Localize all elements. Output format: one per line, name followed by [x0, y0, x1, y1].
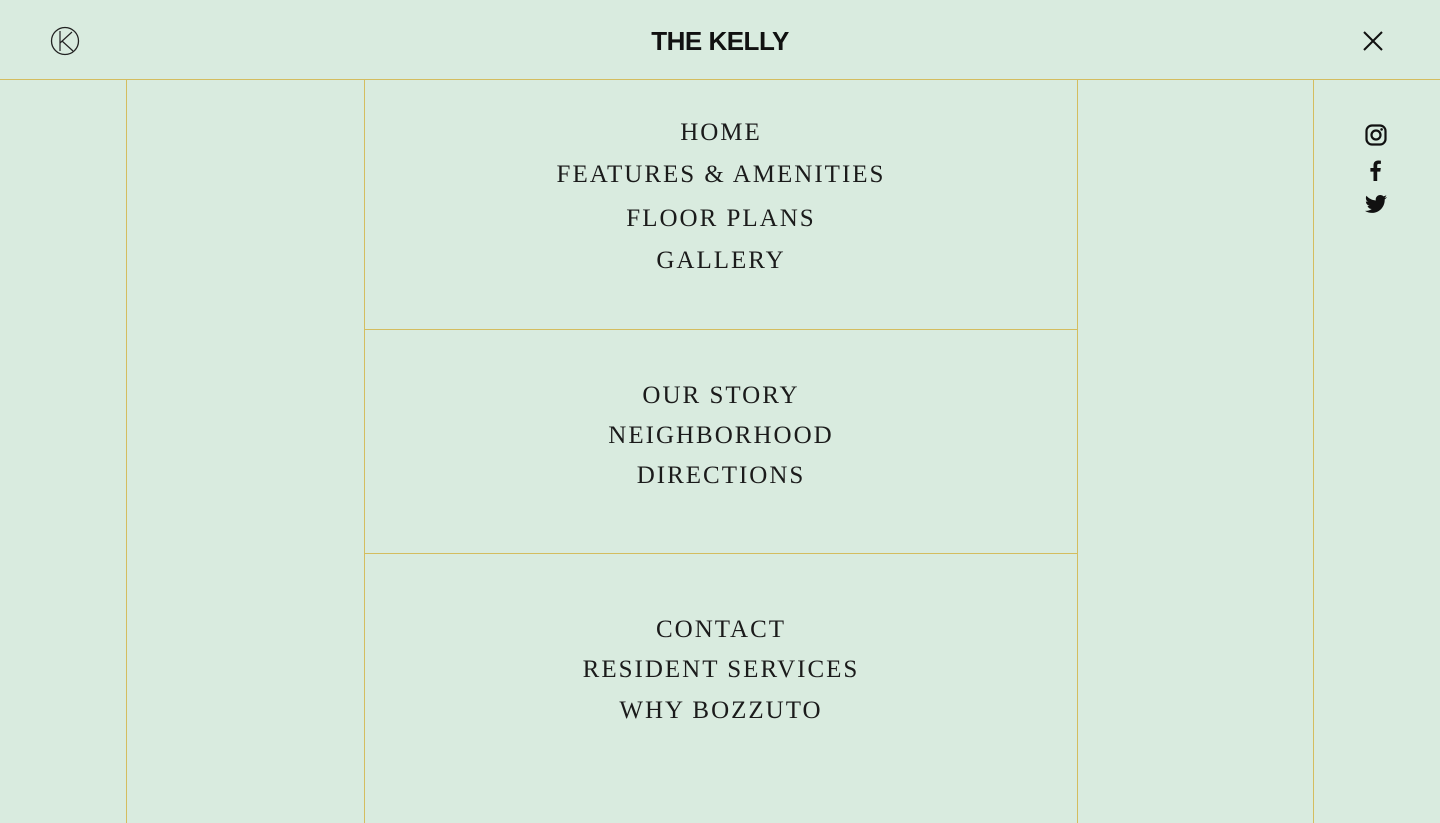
menu-item-home[interactable]: HOME [365, 116, 1077, 158]
menu-item-our-story[interactable]: OUR STORY [365, 379, 1077, 419]
menu-group-about: OUR STORY NEIGHBORHOOD DIRECTIONS [365, 379, 1077, 499]
menu-group-divider [364, 553, 1078, 554]
menu-group-primary: HOME FEATURES & AMENITIES FLOOR PLANS GA… [365, 116, 1077, 286]
menu-item-resident-services[interactable]: RESIDENT SERVICES [365, 653, 1077, 694]
grid-divider [1077, 80, 1078, 823]
facebook-icon[interactable] [1364, 158, 1388, 182]
menu-item-features-amenities[interactable]: FEATURES & AMENITIES [365, 158, 1077, 202]
menu-item-directions[interactable]: DIRECTIONS [365, 459, 1077, 499]
menu-group-divider [364, 329, 1078, 330]
twitter-icon[interactable] [1364, 192, 1388, 216]
menu-item-why-bozzuto[interactable]: WHY BOZZUTO [365, 694, 1077, 734]
menu-item-neighborhood[interactable]: NEIGHBORHOOD [365, 419, 1077, 459]
menu-item-gallery[interactable]: GALLERY [365, 244, 1077, 286]
grid-divider [1313, 80, 1314, 823]
close-icon[interactable] [1361, 29, 1385, 53]
site-header: THE KELLY [0, 0, 1440, 80]
menu-item-contact[interactable]: CONTACT [365, 613, 1077, 653]
menu-item-floor-plans[interactable]: FLOOR PLANS [365, 202, 1077, 244]
site-title[interactable]: THE KELLY [0, 26, 1440, 56]
menu-group-contact: CONTACT RESIDENT SERVICES WHY BOZZUTO [365, 613, 1077, 734]
instagram-icon[interactable] [1364, 123, 1388, 147]
grid-divider [126, 80, 127, 823]
